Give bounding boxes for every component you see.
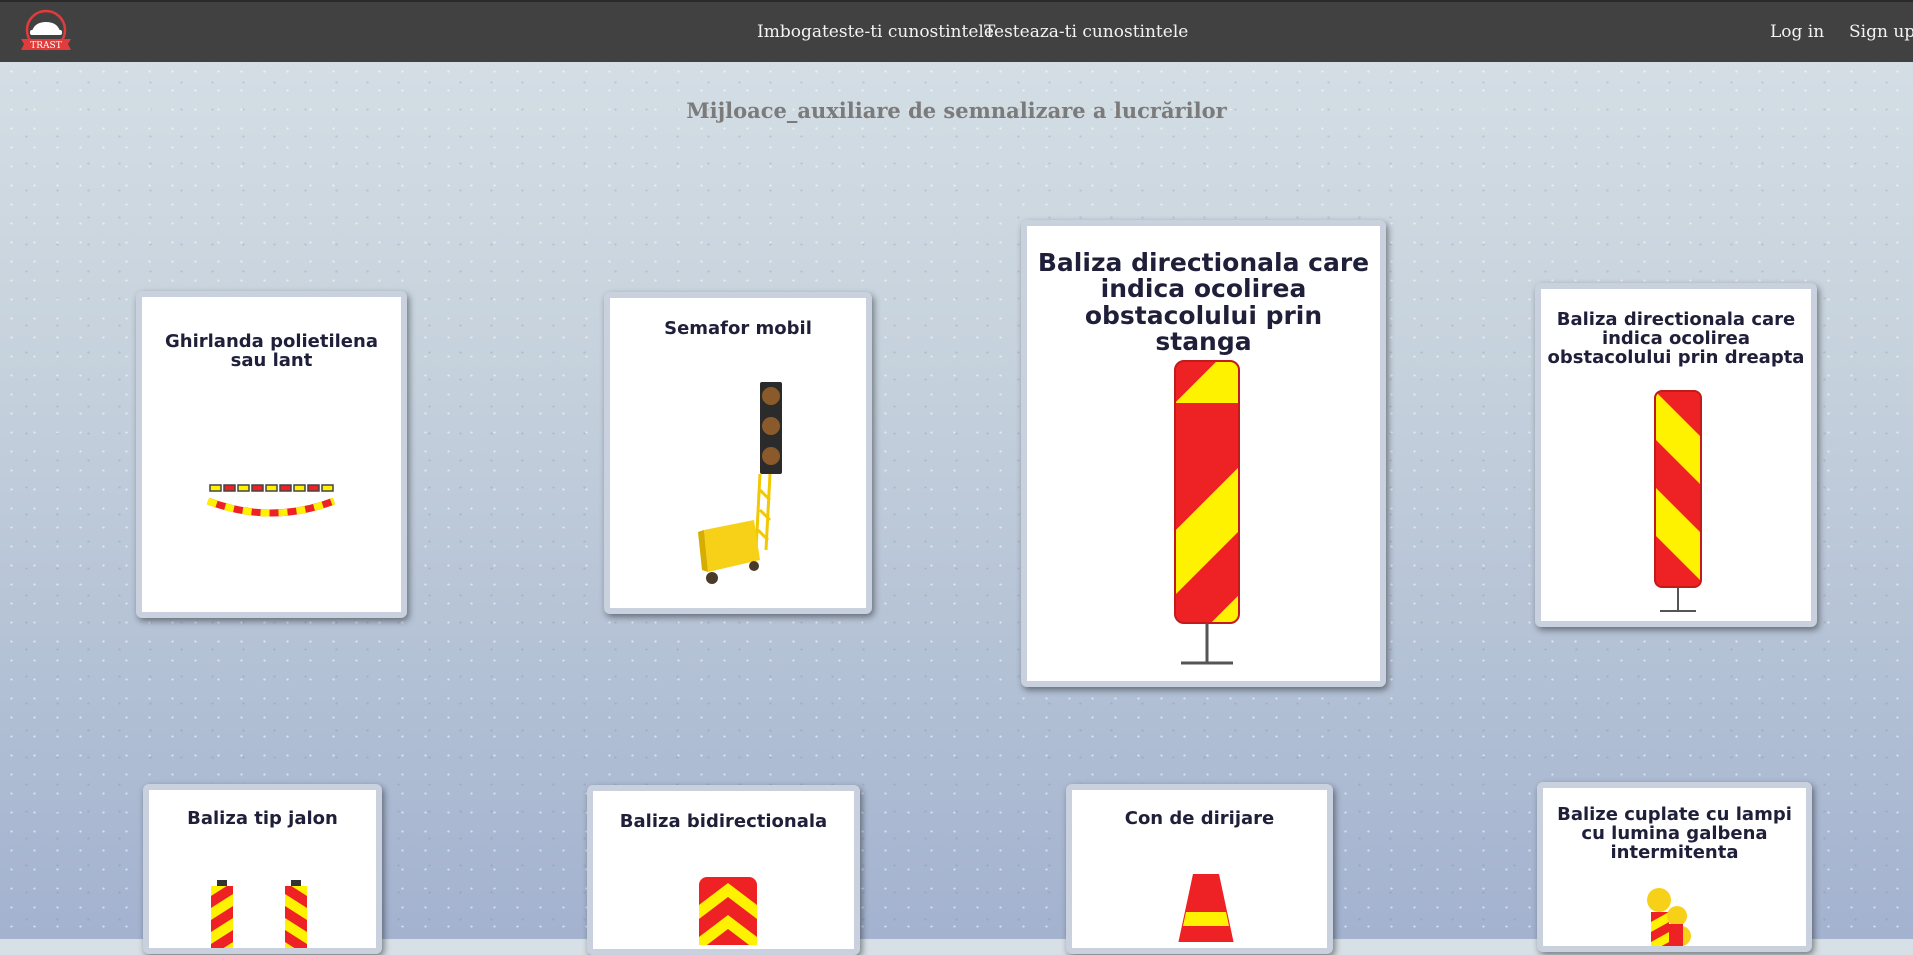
right-directional-beacon-icon bbox=[1654, 390, 1702, 612]
card-title: Semafor mobil bbox=[664, 318, 812, 339]
nav-learn-link[interactable]: Imbogateste-ti cunostintele bbox=[757, 22, 994, 42]
card-title: Ghirlanda polietilena sau lant bbox=[165, 331, 378, 371]
login-link[interactable]: Log in bbox=[1770, 22, 1824, 42]
top-navbar: TRAST Imbogateste-ti cunostintele Testea… bbox=[0, 0, 1913, 62]
card-title: Baliza directionala care indica ocolirea… bbox=[1037, 248, 1370, 356]
card-semafor[interactable]: Semafor mobil bbox=[604, 292, 872, 614]
site-logo[interactable]: TRAST bbox=[18, 9, 74, 55]
page-title: Mijloace_auxiliare de semnalizare a lucr… bbox=[686, 98, 1227, 123]
card-baliza-bidirectionala[interactable]: Baliza bidirectionala bbox=[587, 785, 860, 955]
card-ghirlanda[interactable]: Ghirlanda polietilena sau lant bbox=[136, 291, 407, 618]
card-title: Con de dirijare bbox=[1124, 808, 1275, 829]
mobile-traffic-light-icon bbox=[698, 382, 782, 584]
card-title: Baliza tip jalon bbox=[187, 808, 338, 829]
nav-test-link[interactable]: Testeaza-ti cunostintele bbox=[984, 22, 1188, 42]
bidirectional-beacon-icon bbox=[699, 877, 757, 945]
card-title: Baliza directionala care indica ocolirea… bbox=[1547, 309, 1805, 368]
traffic-cone-icon bbox=[1178, 874, 1234, 942]
card-baliza-jalon[interactable]: Baliza tip jalon bbox=[143, 784, 382, 954]
marker-beacon-icon bbox=[211, 880, 307, 948]
card-title: Baliza bidirectionala bbox=[619, 811, 828, 832]
card-title: Balize cuplate cu lampi cu lumina galben… bbox=[1557, 804, 1792, 863]
card-con-dirijare[interactable]: Con de dirijare bbox=[1066, 784, 1333, 954]
garland-chain-icon bbox=[206, 484, 336, 517]
card-balize-cuplate[interactable]: Balize cuplate cu lampi cu lumina galben… bbox=[1537, 782, 1812, 952]
left-directional-beacon-icon bbox=[1174, 360, 1240, 665]
card-baliza-stanga[interactable]: Baliza directionala care indica ocolirea… bbox=[1021, 220, 1386, 687]
card-baliza-dreapta[interactable]: Baliza directionala care indica ocolirea… bbox=[1535, 283, 1817, 627]
signup-link[interactable]: Sign up bbox=[1849, 22, 1913, 42]
coupled-beacons-lamp-icon bbox=[1647, 888, 1691, 946]
logo-text: TRAST bbox=[30, 41, 61, 51]
